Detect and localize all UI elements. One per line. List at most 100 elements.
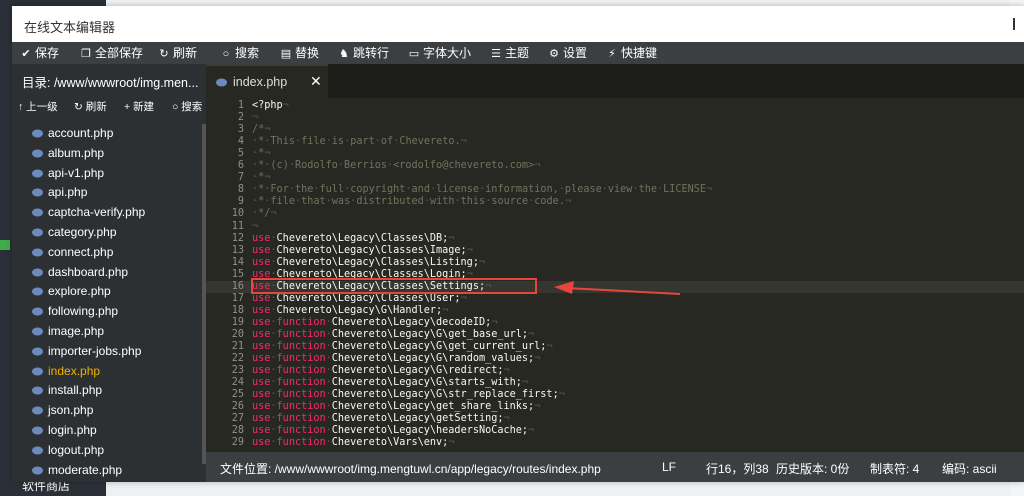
line-number: 20 [231, 328, 244, 340]
code-line[interactable]: use·function·Chevereto\Legacy\G\str_repl… [252, 389, 565, 400]
file-item[interactable]: explore.php [12, 282, 206, 302]
tab-size[interactable]: 制表符: 4 [870, 460, 919, 477]
encoding[interactable]: 编码: ascii [942, 460, 997, 477]
file-item[interactable]: json.php [12, 401, 206, 421]
up-level-button[interactable]: ↑ 上一级 [18, 99, 58, 114]
font-size-button[interactable]: ▭ 字体大小 [408, 42, 471, 64]
save-all-button[interactable]: ❐ 全部保存 [80, 42, 143, 64]
code-line[interactable]: use·Chevereto\Legacy\Classes\DB;¬ [252, 233, 454, 244]
shortcuts-button[interactable]: ⚡ 快捷键 [606, 42, 657, 64]
php-file-icon [32, 188, 43, 197]
goto-line-button[interactable]: ♞ 跳转行 [338, 42, 389, 64]
file-name: explore.php [48, 284, 111, 299]
code-line[interactable]: use·function·Chevereto\Vars\env;¬ [252, 437, 454, 448]
editor-toolbar: ✔ 保存 ❐ 全部保存 ↻ 刷新 ○ 搜索 ▤ 替换 ♞ 跳转行 ▭ 字体大小 ☰ 主题 ⚙ 设置… [12, 42, 1024, 64]
php-file-icon [32, 129, 43, 138]
file-item[interactable]: dashboard.php [12, 263, 206, 283]
file-item[interactable]: install.php [12, 381, 206, 401]
font-icon: ▭ [408, 48, 420, 60]
replace-icon: ▤ [280, 48, 292, 60]
line-ending[interactable]: LF [662, 460, 676, 474]
lightning-icon: ⚡ [608, 48, 616, 60]
code-line[interactable]: ¬ [252, 112, 258, 123]
code-line[interactable]: use·function·Chevereto\Legacy\G\get_curr… [252, 341, 553, 352]
line-number: 25 [231, 389, 244, 401]
file-name: album.php [48, 145, 105, 160]
code-line[interactable]: ·*·(c)·Rodolfo·Berrios·<rodolfo@cheveret… [252, 160, 540, 171]
new-file-button[interactable]: + 新建 [124, 99, 154, 114]
line-number: 12 [231, 232, 244, 244]
file-item[interactable]: moderate.php [12, 461, 206, 481]
settings-button[interactable]: ⚙ 设置 [548, 42, 587, 64]
file-name: api-v1.php [48, 165, 105, 180]
code-line[interactable]: ·*·This·file·is·part·of·Chevereto.¬ [252, 136, 467, 147]
file-item[interactable]: album.php [12, 144, 206, 164]
sidebar-search-button[interactable]: ○ 搜索 [172, 99, 202, 114]
line-number: 16 [231, 280, 244, 292]
file-name: json.php [48, 403, 94, 418]
code-line[interactable]: use·function·Chevereto\Legacy\headersNoC… [252, 425, 534, 436]
php-file-icon [32, 228, 43, 237]
line-number: 8 [237, 184, 244, 196]
code-line[interactable]: use·function·Chevereto\Legacy\G\random_v… [252, 353, 540, 364]
dialog-title: 在线文本编辑器 [24, 20, 116, 35]
code-area[interactable]: 1 <?php¬ 2 ¬ 3 /*¬ 4 ·*·This·file·is·part·of·Ch… [206, 100, 1024, 452]
file-item[interactable]: api.php [12, 183, 206, 203]
code-line[interactable]: ·*·file·that·was·distributed·with·this·s… [252, 196, 571, 207]
replace-button[interactable]: ▤ 替换 [280, 42, 319, 64]
code-line[interactable]: use·function·Chevereto\Legacy\G\starts_w… [252, 377, 528, 388]
code-editor[interactable]: index.php ✕ 1 <?php¬ 2 ¬ 3 /*¬ 4 ·*·This·file·i… [206, 64, 1024, 452]
history-versions[interactable]: 历史版本: 0份 [776, 460, 849, 477]
line-number: 23 [231, 365, 244, 377]
line-number: 17 [231, 292, 244, 304]
file-item[interactable]: api-v1.php [12, 164, 206, 184]
file-item[interactable]: category.php [12, 223, 206, 243]
editor-tabbar: index.php ✕ [206, 64, 1024, 100]
file-item[interactable]: index.php [12, 362, 206, 382]
code-line[interactable]: use·function·Chevereto\Legacy\decodeID;¬ [252, 317, 497, 328]
file-item[interactable]: following.php [12, 302, 206, 322]
code-line[interactable]: use·Chevereto\Legacy\Classes\Image;¬ [252, 245, 473, 256]
code-line[interactable]: use·function·Chevereto\Legacy\G\redirect… [252, 365, 510, 376]
file-item[interactable]: image.php [12, 322, 206, 342]
search-button[interactable]: ○ 搜索 [220, 42, 259, 64]
theme-button[interactable]: ☰ 主题 [490, 42, 529, 64]
php-file-icon [32, 287, 43, 296]
code-line[interactable]: ·*¬ [252, 148, 270, 159]
php-file-icon [32, 386, 43, 395]
close-icon[interactable] [1008, 18, 1020, 30]
file-path: 文件位置: /www/wwwroot/img.mengtuwl.cn/app/l… [220, 462, 601, 476]
tab-index-php[interactable]: index.php ✕ [206, 64, 328, 100]
code-line[interactable]: use·function·Chevereto\Legacy\getSetting… [252, 413, 510, 424]
line-number: 29 [231, 437, 244, 449]
file-item[interactable]: account.php [12, 124, 206, 144]
file-item[interactable]: login.php [12, 421, 206, 441]
line-number: 28 [231, 425, 244, 437]
line-number: 2 [237, 112, 244, 124]
code-line[interactable]: ·*/¬ [252, 208, 277, 219]
code-line[interactable]: use·function·Chevereto\Legacy\G\get_base… [252, 329, 534, 340]
code-line[interactable]: use·Chevereto\Legacy\Classes\User;¬ [252, 293, 467, 304]
code-line[interactable]: <?php¬ [252, 100, 289, 111]
file-item[interactable]: importer-jobs.php [12, 342, 206, 362]
file-item[interactable]: captcha-verify.php [12, 203, 206, 223]
refresh-button[interactable]: ↻ 刷新 [158, 42, 197, 64]
code-line[interactable]: ·*·For·the·full·copyright·and·license·in… [252, 184, 712, 195]
code-line[interactable]: use·function·Chevereto\Legacy\get_share_… [252, 401, 540, 412]
cursor-position[interactable]: 行16，列38 [706, 460, 769, 477]
code-line[interactable]: /*¬ [252, 124, 270, 135]
code-line[interactable]: ¬ [252, 221, 258, 232]
sidebar-refresh-button[interactable]: ↻ 刷新 [74, 99, 107, 114]
refresh-icon: ↻ [74, 101, 86, 113]
file-item[interactable]: connect.php [12, 243, 206, 263]
search-icon: ○ [172, 101, 182, 113]
code-line[interactable]: use·Chevereto\Legacy\G\Handler;¬ [252, 305, 448, 316]
line-number: 18 [231, 304, 244, 316]
tab-close-icon[interactable]: ✕ [310, 73, 322, 90]
code-line[interactable]: ·*¬ [252, 172, 270, 183]
code-line[interactable]: use·Chevereto\Legacy\Classes\Listing;¬ [252, 257, 485, 268]
copy-icon: ❐ [81, 48, 91, 60]
file-item[interactable]: logout.php [12, 441, 206, 461]
php-file-icon [32, 307, 43, 316]
save-button[interactable]: ✔ 保存 [20, 42, 59, 64]
